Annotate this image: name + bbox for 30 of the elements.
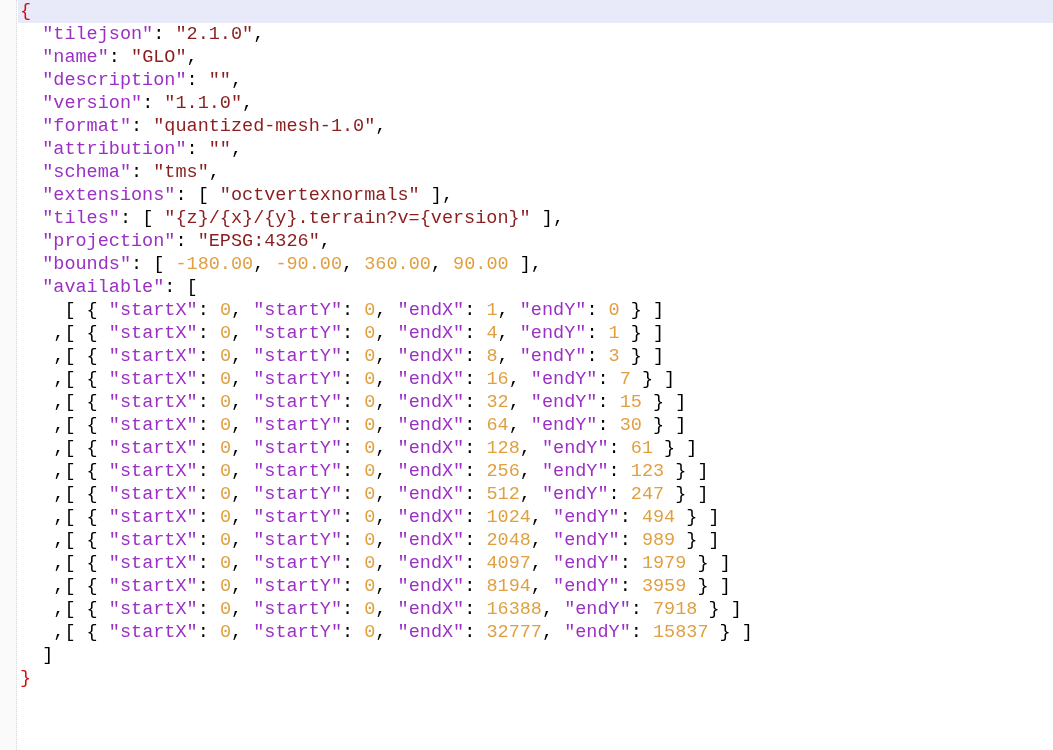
- code-line: }: [19, 667, 32, 690]
- code-line: "format": "quantized-mesh-1.0",: [41, 115, 387, 138]
- code-line: ,[ { "startX": 0, "startY": 0, "endX": 4, "endY": 1 } ]: [52, 322, 665, 345]
- code-line: {: [19, 0, 32, 23]
- code-line: ,[ { "startX": 0, "startY": 0, "endX": 8, "endY": 3 } ]: [52, 345, 665, 368]
- code-line: ]: [41, 644, 54, 667]
- code-line: ,[ { "startX": 0, "startY": 0, "endX": 128, "endY": 61 } ]: [52, 437, 698, 460]
- code-line: "tilejson": "2.1.0",: [41, 23, 265, 46]
- code-line: ,[ { "startX": 0, "startY": 0, "endX": 8194, "endY": 3959 } ]: [52, 575, 731, 598]
- code-line: ,[ { "startX": 0, "startY": 0, "endX": 16, "endY": 7 } ]: [52, 368, 676, 391]
- code-line: "attribution": "",: [41, 138, 243, 161]
- code-line: "version": "1.1.0",: [41, 92, 254, 115]
- code-line: ,[ { "startX": 0, "startY": 0, "endX": 2048, "endY": 989 } ]: [52, 529, 720, 552]
- code-line: "bounds": [ -180.00, -90.00, 360.00, 90.00 ],: [41, 253, 542, 276]
- code-line: "available": [: [41, 276, 198, 299]
- code-line: ,[ { "startX": 0, "startY": 0, "endX": 64, "endY": 30 } ]: [52, 414, 687, 437]
- code-line: ,[ { "startX": 0, "startY": 0, "endX": 512, "endY": 247 } ]: [52, 483, 709, 506]
- code-line: ,[ { "startX": 0, "startY": 0, "endX": 4097, "endY": 1979 } ]: [52, 552, 731, 575]
- code-line: ,[ { "startX": 0, "startY": 0, "endX": 1024, "endY": 494 } ]: [52, 506, 720, 529]
- code-line: ,[ { "startX": 0, "startY": 0, "endX": 256, "endY": 123 } ]: [52, 460, 709, 483]
- code-line: "schema": "tms",: [41, 161, 220, 184]
- code-line: "projection": "EPSG:4326",: [41, 230, 331, 253]
- code-line: "description": "",: [41, 69, 243, 92]
- code-line: "extensions": [ "octvertexnormals" ],: [41, 184, 453, 207]
- code-line: "tiles": [ "{z}/{x}/{y}.terrain?v={version}" ],: [41, 207, 565, 230]
- code-line: ,[ { "startX": 0, "startY": 0, "endX": 32777, "endY": 15837 } ]: [52, 621, 753, 644]
- code-line: [ { "startX": 0, "startY": 0, "endX": 1, "endY": 0 } ]: [63, 299, 665, 322]
- code-line: ,[ { "startX": 0, "startY": 0, "endX": 16388, "endY": 7918 } ]: [52, 598, 742, 621]
- code-line: ,[ { "startX": 0, "startY": 0, "endX": 32, "endY": 15 } ]: [52, 391, 687, 414]
- code-line: "name": "GLO",: [41, 46, 198, 69]
